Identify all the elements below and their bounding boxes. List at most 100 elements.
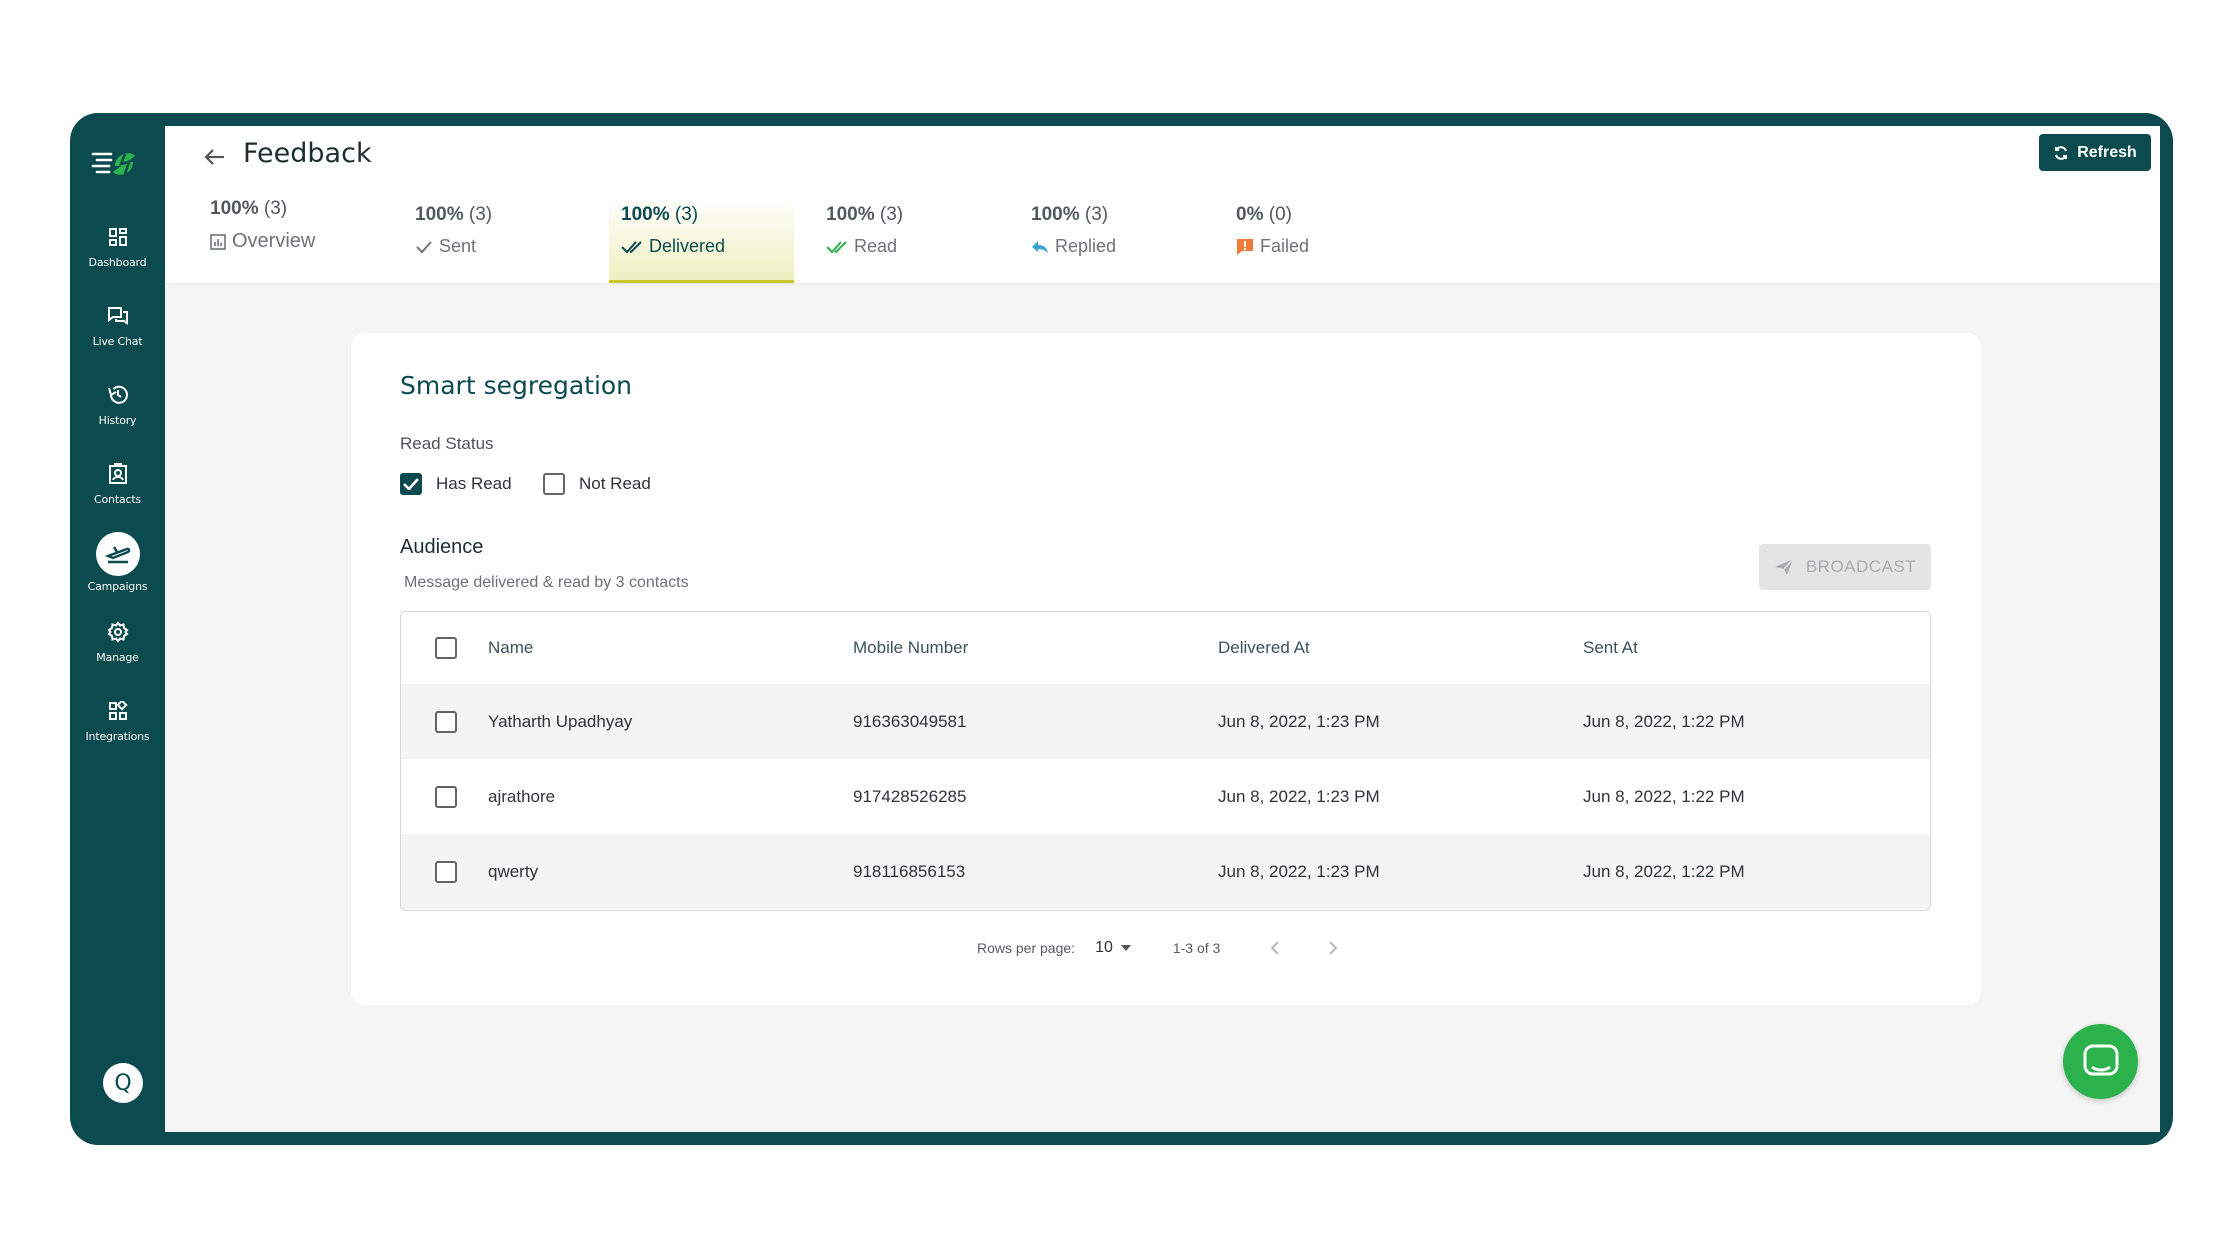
row-checkbox[interactable] <box>435 710 457 733</box>
chat-widget-button[interactable] <box>2063 1024 2138 1099</box>
column-header-mobile[interactable]: Mobile Number <box>853 638 968 658</box>
user-avatar[interactable]: Q <box>103 1063 143 1103</box>
cell-mobile: 916363049581 <box>853 711 967 731</box>
stat-label: Delivered <box>621 236 794 257</box>
alert-icon <box>1237 238 1253 255</box>
stat-label: Sent <box>415 236 588 257</box>
double-check-icon <box>621 240 642 253</box>
cell-name: ajrathore <box>488 786 556 806</box>
stat-value: 100% (3) <box>210 198 288 219</box>
rows-per-page-select[interactable]: 10 <box>1095 939 1131 957</box>
table-header: Name Mobile Number Delivered At Sent At <box>401 612 1930 684</box>
check-icon <box>416 240 432 253</box>
read-status-label: Read Status <box>400 434 494 453</box>
pagination: Rows per page: 10 1-3 of 3 <box>977 933 1376 963</box>
stat-value: 0% (0) <box>1236 204 1292 225</box>
has-read-label: Has Read <box>436 474 512 493</box>
broadcast-label: BROADCAST <box>1805 557 1917 576</box>
sidebar-item-contacts[interactable]: Contacts <box>70 444 165 523</box>
stat-label: Read <box>826 236 999 257</box>
tab-overview[interactable]: 100% (3) Overview <box>198 190 383 277</box>
caret-down-icon <box>1120 945 1131 951</box>
integrations-icon <box>105 698 131 724</box>
broadcast-button[interactable]: BROADCAST <box>1759 544 1931 590</box>
tab-sent[interactable]: 100% (3) Sent <box>403 196 588 283</box>
sidebar: Dashboard Live Chat History Contacts Cam… <box>70 113 165 1145</box>
stat-label: Overview <box>210 230 383 253</box>
reply-icon <box>1032 240 1048 253</box>
chat-bubble-icon <box>2083 1044 2118 1075</box>
stat-value: 100% (3) <box>826 204 904 225</box>
card-title: Smart segregation <box>400 371 633 400</box>
tab-failed[interactable]: 0% (0) Failed <box>1224 196 1409 283</box>
sidebar-item-label: History <box>98 414 137 427</box>
select-all-checkbox[interactable] <box>435 637 457 659</box>
stat-value: 100% (3) <box>1031 204 1109 225</box>
arrow-left-icon <box>204 149 224 165</box>
chart-icon <box>210 233 226 250</box>
main-content: Feedback Refresh 100% (3) Overview 100% <box>165 126 2160 1132</box>
audience-title: Audience <box>400 536 484 558</box>
sidebar-item-label: Integrations <box>85 730 150 743</box>
grid-icon <box>105 224 131 250</box>
chat-icon <box>105 303 131 329</box>
sidebar-item-dashboard[interactable]: Dashboard <box>70 207 165 286</box>
gear-icon <box>105 619 131 645</box>
row-checkbox[interactable] <box>435 860 457 883</box>
tab-delivered[interactable]: 100% (3) Delivered <box>609 196 794 283</box>
rows-per-page-label: Rows per page: <box>977 940 1076 956</box>
app-logo[interactable] <box>90 143 146 183</box>
campaign-icon <box>95 532 140 576</box>
cell-name: qwerty <box>488 861 539 881</box>
has-read-checkbox[interactable]: Has Read <box>400 473 512 495</box>
table-row[interactable]: ajrathore 917428526285 Jun 8, 2022, 1:23… <box>401 759 1930 834</box>
not-read-label: Not Read <box>579 474 651 493</box>
table-row[interactable]: qwerty 918116856153 Jun 8, 2022, 1:23 PM… <box>401 834 1930 909</box>
sidebar-item-integrations[interactable]: Integrations <box>70 681 165 760</box>
stat-label: Failed <box>1236 236 1409 257</box>
sidebar-item-campaigns[interactable]: Campaigns <box>70 523 165 602</box>
app-frame: Dashboard Live Chat History Contacts Cam… <box>70 113 2173 1145</box>
chevron-right-icon <box>1329 941 1338 955</box>
tab-replied[interactable]: 100% (3) Replied <box>1019 196 1204 283</box>
tab-read[interactable]: 100% (3) Read <box>814 196 999 283</box>
cell-sent-at: Jun 8, 2022, 1:22 PM <box>1583 711 1745 731</box>
cell-delivered-at: Jun 8, 2022, 1:23 PM <box>1218 861 1380 881</box>
not-read-checkbox[interactable]: Not Read <box>543 473 651 495</box>
refresh-button[interactable]: Refresh <box>2039 134 2151 171</box>
double-check-green-icon <box>826 240 847 253</box>
cell-sent-at: Jun 8, 2022, 1:22 PM <box>1583 861 1745 881</box>
checkbox-checked[interactable] <box>400 473 422 495</box>
column-header-delivered[interactable]: Delivered At <box>1218 638 1310 658</box>
sidebar-item-history[interactable]: History <box>70 365 165 444</box>
column-header-name[interactable]: Name <box>488 638 533 658</box>
sidebar-item-label: Dashboard <box>88 256 147 269</box>
cell-delivered-at: Jun 8, 2022, 1:23 PM <box>1218 786 1380 806</box>
cell-mobile: 917428526285 <box>853 786 967 806</box>
contacts-icon <box>105 461 131 487</box>
stat-label: Replied <box>1031 236 1204 257</box>
next-page-button[interactable] <box>1318 933 1348 963</box>
sidebar-item-manage[interactable]: Manage <box>70 602 165 681</box>
cell-mobile: 918116856153 <box>853 861 966 881</box>
column-header-sent[interactable]: Sent At <box>1583 638 1638 658</box>
check-icon <box>403 478 419 490</box>
cell-name: Yatharth Upadhyay <box>488 711 633 731</box>
cell-sent-at: Jun 8, 2022, 1:22 PM <box>1583 786 1745 806</box>
refresh-label: Refresh <box>2077 143 2137 161</box>
checkbox-unchecked[interactable] <box>543 473 565 495</box>
stat-value: 100% (3) <box>621 204 699 225</box>
refresh-icon <box>2055 145 2068 160</box>
back-button[interactable] <box>198 140 232 174</box>
sidebar-item-live-chat[interactable]: Live Chat <box>70 286 165 365</box>
contacts-table: Name Mobile Number Delivered At Sent At … <box>400 611 1931 911</box>
row-checkbox[interactable] <box>435 785 457 808</box>
cell-delivered-at: Jun 8, 2022, 1:23 PM <box>1218 711 1380 731</box>
table-row[interactable]: Yatharth Upadhyay 916363049581 Jun 8, 20… <box>401 684 1930 759</box>
prev-page-button[interactable] <box>1260 933 1290 963</box>
sidebar-item-label: Contacts <box>94 493 141 506</box>
smart-segregation-card: Smart segregation Read Status Has Read N… <box>351 333 1981 1005</box>
sidebar-item-label: Manage <box>96 651 139 664</box>
send-icon <box>1774 558 1794 575</box>
topbar: Feedback Refresh 100% (3) Overview 100% <box>165 126 2160 283</box>
